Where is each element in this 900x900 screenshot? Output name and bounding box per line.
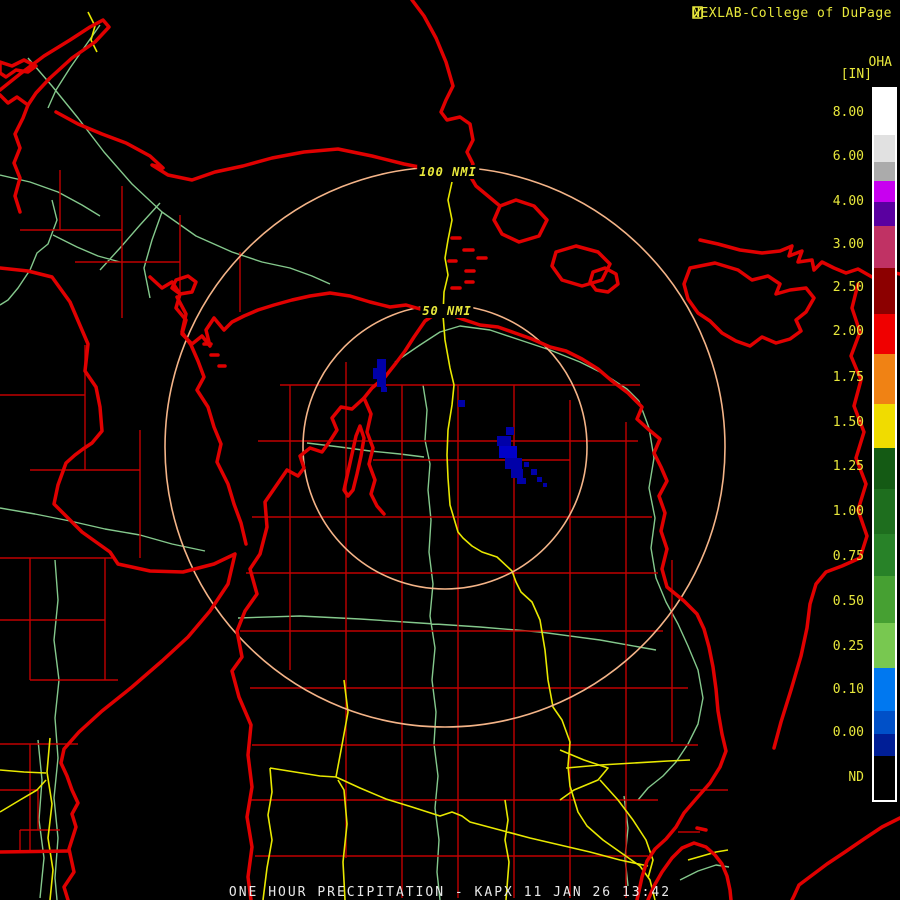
peninsula-old-mission	[342, 424, 366, 498]
shore-gt-bay-east	[362, 396, 386, 516]
precip-echo	[524, 462, 529, 467]
shore-north-channel	[698, 238, 900, 279]
island-manitoulin	[682, 261, 816, 348]
shore-lp-west	[230, 310, 440, 900]
precip-echo	[373, 368, 386, 379]
precip-echoes	[373, 359, 547, 487]
islands-les-cheneaux	[447, 236, 488, 290]
island-drummond	[550, 244, 612, 288]
precip-echo	[377, 379, 386, 387]
state-border-wi-il	[0, 849, 71, 854]
radar-map[interactable]	[0, 0, 900, 900]
roads-highway-layer	[0, 11, 729, 900]
shore-superior-south	[54, 110, 442, 182]
precip-echo	[511, 469, 523, 478]
shore-ontario-south	[790, 816, 900, 900]
island-stjoseph	[492, 198, 549, 244]
islands-saginaw	[695, 826, 708, 832]
precip-echo	[543, 483, 547, 487]
shore-superior-west	[12, 103, 30, 214]
precip-echo	[537, 477, 542, 482]
precip-echo	[517, 478, 526, 484]
range-rings	[164, 166, 726, 728]
shore-georgian-bay	[772, 282, 869, 750]
ring-label-100nmi: 100 NMI	[417, 165, 479, 179]
precip-echo	[381, 387, 387, 392]
precip-echo	[497, 436, 511, 446]
precip-echo	[531, 469, 537, 475]
shore-door-peninsula	[175, 295, 248, 546]
precip-echo	[506, 427, 514, 435]
ring-label-50nmi: 50 NMI	[420, 304, 474, 318]
precip-echo	[505, 458, 522, 469]
ring-100nmi	[164, 166, 726, 728]
shore-lp-east	[443, 310, 728, 900]
island-cockburn	[588, 266, 620, 294]
shorelines-layer	[0, 0, 900, 900]
radar-screen: NEXLAB-College of DuPage OHA [IN] 8.00 6.…	[0, 0, 900, 900]
precip-echo	[377, 359, 386, 368]
islands-door	[202, 342, 227, 368]
precip-echo	[458, 400, 465, 407]
precip-echo	[499, 446, 517, 458]
roads-secondary-layer	[0, 24, 730, 900]
